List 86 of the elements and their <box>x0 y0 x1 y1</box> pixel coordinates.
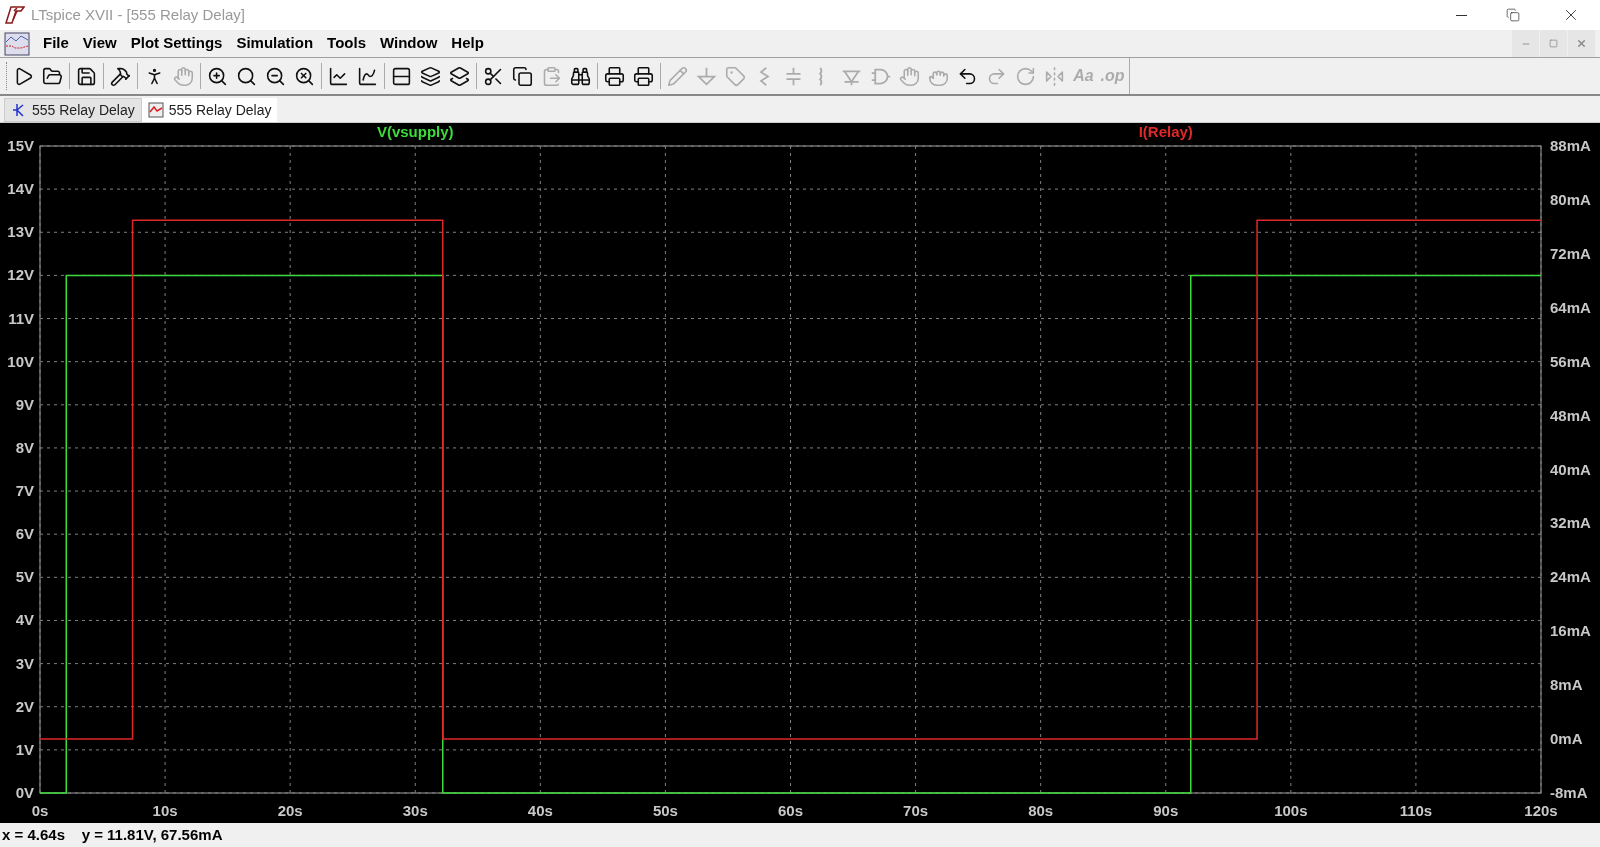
hand-icon <box>173 65 194 87</box>
right-axis-label: 80mA <box>1550 190 1591 208</box>
document-restore-button[interactable] <box>1540 30 1567 57</box>
hammer-icon <box>110 65 131 87</box>
folder-icon <box>42 65 63 87</box>
y-axis-label: 2V <box>15 697 34 715</box>
waveform-document-icon <box>4 31 30 56</box>
y-axis-label: 13V <box>7 223 34 241</box>
x-axis-label: 90s <box>1153 802 1179 819</box>
right-axis-label: 16mA <box>1550 622 1591 640</box>
paste-icon <box>541 65 562 87</box>
y-axis-label: 10V <box>7 352 34 370</box>
minimize-icon <box>1455 14 1467 16</box>
zoom-out-icon <box>265 65 286 87</box>
right-axis-label: 32mA <box>1550 514 1591 532</box>
x-axis-label: 0s <box>31 802 49 819</box>
tile-windows-icon <box>391 65 412 87</box>
right-axis-label: 48mA <box>1550 406 1591 424</box>
y-axis-label: 8V <box>15 438 34 456</box>
right-axis-label: -8mA <box>1550 784 1588 801</box>
y-axis-label: 0V <box>15 784 34 801</box>
y-axis-label: 4V <box>15 611 34 629</box>
rotate-icon <box>1015 65 1036 87</box>
y-axis-label: 7V <box>15 482 34 500</box>
mirror-icon <box>1044 65 1065 87</box>
print-icon <box>604 65 625 87</box>
y-axis-label: 14V <box>7 180 34 198</box>
x-axis-label: 30s <box>402 802 428 819</box>
menu-item[interactable]: File <box>42 32 70 55</box>
y-axis-label: 5V <box>15 568 34 586</box>
menu-item[interactable]: Window <box>379 32 439 55</box>
copy-icon <box>512 65 533 87</box>
zoom-cancel-icon <box>294 65 315 87</box>
app-logo-icon <box>5 5 25 25</box>
save-icon <box>76 65 97 87</box>
label-icon <box>725 65 746 87</box>
plot-traces-icon <box>328 65 349 87</box>
menu-item[interactable]: Plot Settings <box>129 32 224 55</box>
right-axis-label: 24mA <box>1550 568 1591 586</box>
x-axis-label: 110s <box>1399 802 1433 819</box>
right-axis-label: 72mA <box>1550 244 1591 262</box>
x-axis-label: 60s <box>778 802 803 819</box>
menu-item[interactable]: Tools <box>326 32 367 55</box>
menu-item[interactable]: Simulation <box>235 32 315 55</box>
right-axis-label: 56mA <box>1550 352 1591 370</box>
restore-icon <box>1549 39 1558 48</box>
right-axis-label: 0mA <box>1550 730 1583 748</box>
hand-icon <box>899 65 920 87</box>
y-axis-label: 12V <box>7 266 34 284</box>
cut-icon <box>483 65 504 87</box>
x-axis-label: 120s <box>1524 802 1558 819</box>
right-axis-label: 40mA <box>1550 460 1591 478</box>
menu-item[interactable]: Help <box>450 32 485 55</box>
waveform-icon <box>147 102 164 118</box>
y-axis-label: 15V <box>7 137 34 154</box>
magnifier-icon <box>236 65 257 87</box>
print-setup-icon <box>633 65 654 87</box>
cursor-readout: x = 4.64s y = 11.81V, 67.56mA <box>2 824 223 845</box>
y-axis-label: 6V <box>15 525 34 543</box>
find-icon <box>570 65 591 87</box>
trace-name[interactable]: I(Relay) <box>1138 123 1193 140</box>
restore-icon <box>1506 8 1520 22</box>
x-axis-label: 70s <box>903 802 929 819</box>
pencil-icon <box>667 65 688 87</box>
right-axis-label: 8mA <box>1550 676 1583 694</box>
window-title: LTspice XVII - [555 Relay Delay] <box>31 4 245 25</box>
x-axis-label: 40s <box>527 802 553 819</box>
x-axis-label: 20s <box>277 802 303 819</box>
y-axis-label: 3V <box>15 654 34 672</box>
document-tab[interactable]: 555 Relay Delay <box>141 98 278 122</box>
ground-icon <box>696 65 717 87</box>
right-axis-label: 64mA <box>1550 298 1591 316</box>
y-axis-label: 1V <box>15 740 34 758</box>
trace-name[interactable]: V(vsupply) <box>376 123 454 140</box>
y-axis-label: 9V <box>15 395 34 413</box>
right-axis-label: 88mA <box>1550 137 1591 154</box>
x-axis-label: 100s <box>1274 802 1308 819</box>
x-axis-label: 10s <box>152 802 178 819</box>
x-axis-label: 80s <box>1028 802 1054 819</box>
document-tab[interactable]: 555 Relay Delay <box>4 98 142 122</box>
menu-item[interactable]: View <box>81 32 118 55</box>
x-axis-label: 50s <box>652 802 678 819</box>
document-close-button[interactable] <box>1568 30 1595 57</box>
zoom-in-icon <box>207 65 228 87</box>
close-icon <box>1576 38 1587 49</box>
y-axis-label: 11V <box>8 309 34 327</box>
